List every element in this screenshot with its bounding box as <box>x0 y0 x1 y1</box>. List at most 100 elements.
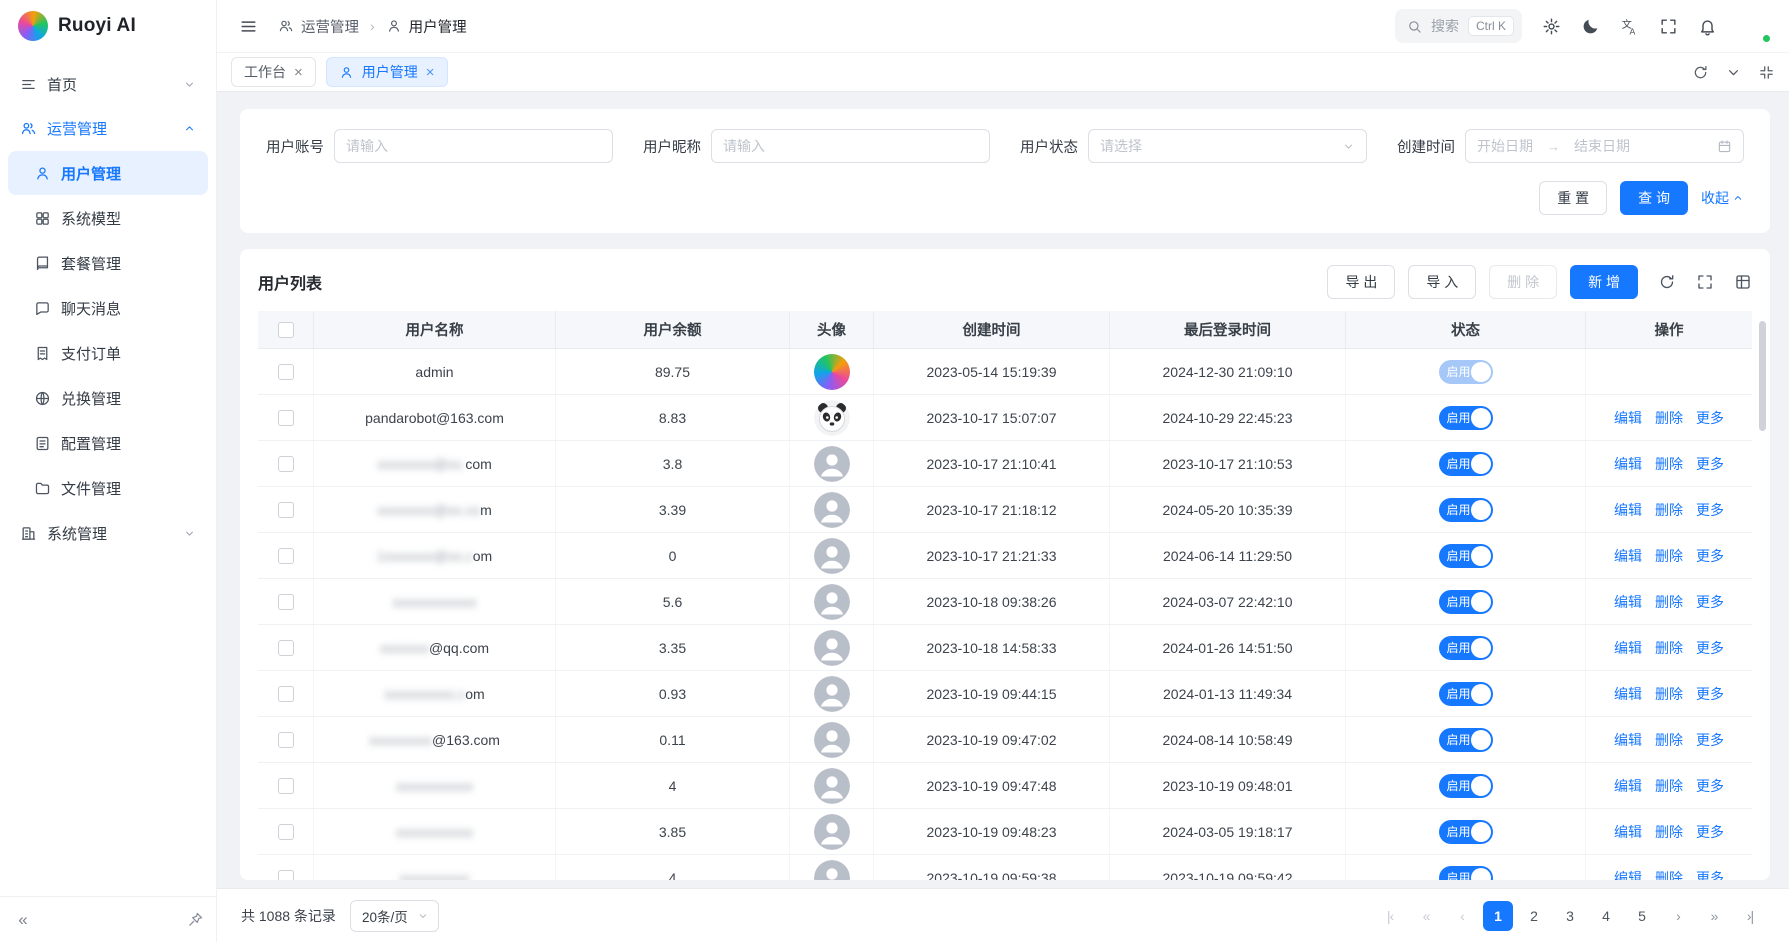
status-toggle[interactable]: 启用 <box>1439 360 1493 384</box>
page-button-5[interactable]: 5 <box>1627 901 1657 931</box>
delete-link[interactable]: 删除 <box>1655 776 1683 796</box>
first-page-button[interactable]: |‹ <box>1375 901 1405 931</box>
row-checkbox[interactable] <box>278 410 294 426</box>
chevron-down-icon[interactable] <box>1725 64 1742 81</box>
status-toggle[interactable]: 启用 <box>1439 406 1493 430</box>
row-checkbox[interactable] <box>278 548 294 564</box>
edit-link[interactable]: 编辑 <box>1614 546 1642 566</box>
scrollbar-thumb[interactable] <box>1759 321 1766 431</box>
collapse-filter-link[interactable]: 收起 <box>1701 188 1744 208</box>
user-avatar[interactable] <box>1737 9 1771 43</box>
prev-page-button[interactable]: ‹ <box>1447 901 1477 931</box>
add-button[interactable]: 新 增 <box>1570 265 1638 299</box>
sidebar-item-payment-orders[interactable]: 支付订单 <box>8 331 208 375</box>
more-link[interactable]: 更多 <box>1696 638 1724 658</box>
close-icon[interactable]: × <box>294 65 303 80</box>
settings-icon[interactable] <box>1542 17 1561 36</box>
layout-compress-icon[interactable] <box>1758 64 1775 81</box>
more-link[interactable]: 更多 <box>1696 730 1724 750</box>
sidebar-item-package-management[interactable]: 套餐管理 <box>8 241 208 285</box>
sidebar-collapse-button[interactable]: « <box>10 907 36 933</box>
delete-link[interactable]: 删除 <box>1655 822 1683 842</box>
created-date-range[interactable]: 开始日期 → 结束日期 <box>1465 129 1744 163</box>
page-button-4[interactable]: 4 <box>1591 901 1621 931</box>
sidebar-item-home[interactable]: 首页 <box>8 62 208 106</box>
nickname-input[interactable] <box>723 138 978 154</box>
row-checkbox[interactable] <box>278 640 294 656</box>
import-button[interactable]: 导 入 <box>1408 265 1476 299</box>
more-link[interactable]: 更多 <box>1696 454 1724 474</box>
delete-button[interactable]: 删 除 <box>1489 265 1557 299</box>
edit-link[interactable]: 编辑 <box>1614 868 1642 881</box>
delete-link[interactable]: 删除 <box>1655 638 1683 658</box>
sidebar-item-exchange-management[interactable]: 兑换管理 <box>8 376 208 420</box>
row-checkbox[interactable] <box>278 686 294 702</box>
delete-link[interactable]: 删除 <box>1655 684 1683 704</box>
row-checkbox[interactable] <box>278 824 294 840</box>
row-checkbox[interactable] <box>278 732 294 748</box>
more-link[interactable]: 更多 <box>1696 592 1724 612</box>
row-checkbox[interactable] <box>278 594 294 610</box>
sidebar-item-system[interactable]: 系统管理 <box>8 511 208 555</box>
delete-link[interactable]: 删除 <box>1655 868 1683 881</box>
delete-link[interactable]: 删除 <box>1655 730 1683 750</box>
pin-icon[interactable] <box>187 911 204 928</box>
more-link[interactable]: 更多 <box>1696 546 1724 566</box>
delete-link[interactable]: 删除 <box>1655 592 1683 612</box>
search-button[interactable]: 查 询 <box>1620 181 1688 215</box>
status-toggle[interactable]: 启用 <box>1439 682 1493 706</box>
notifications-bell-icon[interactable] <box>1698 17 1717 36</box>
close-icon[interactable]: × <box>426 65 435 80</box>
status-toggle[interactable]: 启用 <box>1439 636 1493 660</box>
translate-icon[interactable]: 文A <box>1620 17 1639 36</box>
more-link[interactable]: 更多 <box>1696 776 1724 796</box>
edit-link[interactable]: 编辑 <box>1614 592 1642 612</box>
status-toggle[interactable]: 启用 <box>1439 728 1493 752</box>
delete-link[interactable]: 删除 <box>1655 454 1683 474</box>
jump-back-button[interactable]: « <box>1411 901 1441 931</box>
account-input[interactable] <box>346 138 601 154</box>
page-button-2[interactable]: 2 <box>1519 901 1549 931</box>
row-checkbox[interactable] <box>278 870 294 881</box>
jump-forward-button[interactable]: » <box>1699 901 1729 931</box>
sidebar-item-config-management[interactable]: 配置管理 <box>8 421 208 465</box>
edit-link[interactable]: 编辑 <box>1614 454 1642 474</box>
page-button-1[interactable]: 1 <box>1483 901 1513 931</box>
last-page-button[interactable]: ›| <box>1735 901 1765 931</box>
tab-user-management[interactable]: 用户管理 × <box>326 57 448 87</box>
status-toggle[interactable]: 启用 <box>1439 820 1493 844</box>
edit-link[interactable]: 编辑 <box>1614 776 1642 796</box>
page-size-select[interactable]: 20条/页 <box>350 900 439 932</box>
refresh-icon[interactable] <box>1658 273 1676 291</box>
status-toggle[interactable]: 启用 <box>1439 498 1493 522</box>
status-toggle[interactable]: 启用 <box>1439 866 1493 881</box>
edit-link[interactable]: 编辑 <box>1614 684 1642 704</box>
logo[interactable]: Ruoyi AI <box>0 0 216 52</box>
more-link[interactable]: 更多 <box>1696 822 1724 842</box>
reset-button[interactable]: 重 置 <box>1539 181 1607 215</box>
next-page-button[interactable]: › <box>1663 901 1693 931</box>
delete-link[interactable]: 删除 <box>1655 408 1683 428</box>
edit-link[interactable]: 编辑 <box>1614 822 1642 842</box>
more-link[interactable]: 更多 <box>1696 408 1724 428</box>
dark-mode-moon-icon[interactable] <box>1581 17 1600 36</box>
menu-toggle-icon[interactable] <box>239 17 258 36</box>
edit-link[interactable]: 编辑 <box>1614 408 1642 428</box>
sidebar-item-chat-messages[interactable]: 聊天消息 <box>8 286 208 330</box>
edit-link[interactable]: 编辑 <box>1614 500 1642 520</box>
more-link[interactable]: 更多 <box>1696 868 1724 881</box>
status-select[interactable]: 请选择 <box>1088 129 1367 163</box>
delete-link[interactable]: 删除 <box>1655 546 1683 566</box>
status-toggle[interactable]: 启用 <box>1439 452 1493 476</box>
sidebar-item-file-management[interactable]: 文件管理 <box>8 466 208 510</box>
global-search[interactable]: 搜索 Ctrl K <box>1395 9 1522 43</box>
page-button-3[interactable]: 3 <box>1555 901 1585 931</box>
status-toggle[interactable]: 启用 <box>1439 590 1493 614</box>
more-link[interactable]: 更多 <box>1696 500 1724 520</box>
row-checkbox[interactable] <box>278 778 294 794</box>
status-toggle[interactable]: 启用 <box>1439 774 1493 798</box>
row-checkbox[interactable] <box>278 364 294 380</box>
row-checkbox[interactable] <box>278 502 294 518</box>
sidebar-item-operations[interactable]: 运营管理 <box>8 106 208 150</box>
edit-link[interactable]: 编辑 <box>1614 638 1642 658</box>
